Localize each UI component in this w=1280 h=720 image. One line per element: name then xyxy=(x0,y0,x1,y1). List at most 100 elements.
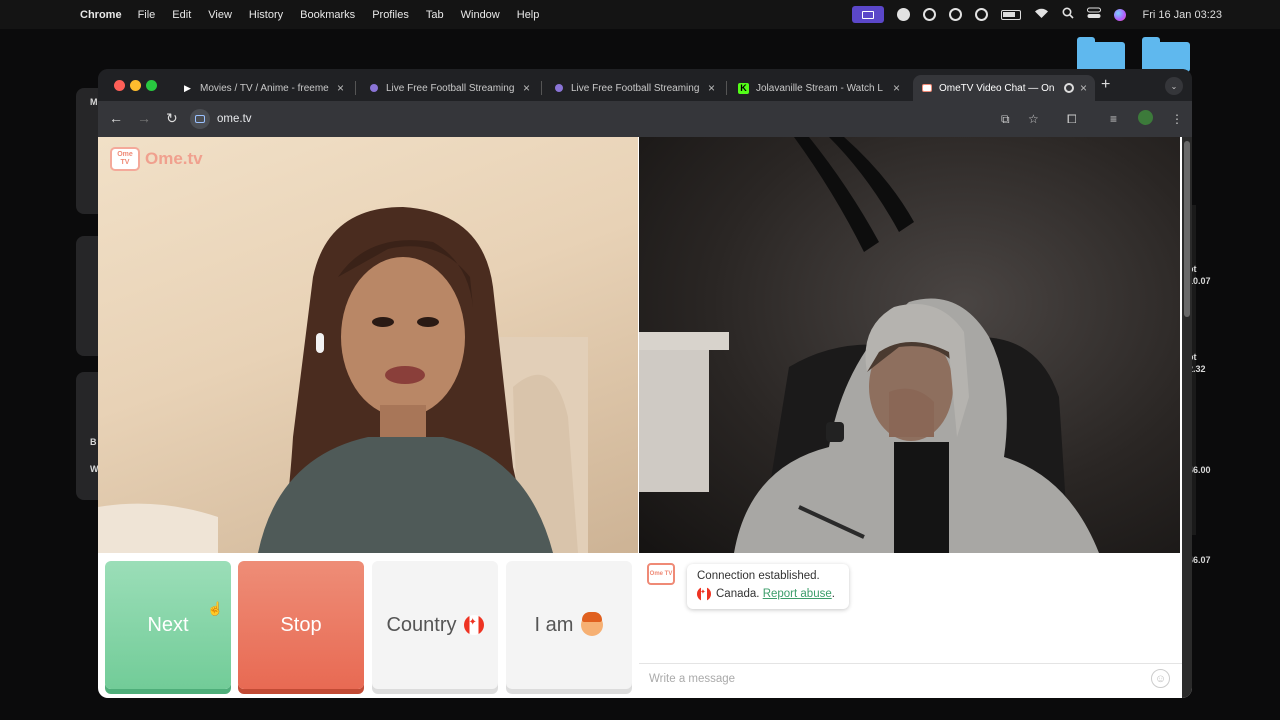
stop-button[interactable]: Stop xyxy=(238,561,364,689)
recording-indicator-icon xyxy=(1063,83,1074,93)
close-tab-icon[interactable]: × xyxy=(708,81,715,95)
menu-profiles[interactable]: Profiles xyxy=(372,9,409,21)
report-abuse-link[interactable]: Report abuse xyxy=(763,588,832,600)
bookmark-star-icon[interactable]: ☆ xyxy=(1028,112,1039,126)
gender-button-label: I am xyxy=(534,613,574,636)
desktop-folder-icon[interactable] xyxy=(1142,37,1190,72)
media-controls-icon[interactable]: ≡ xyxy=(1110,112,1117,126)
football-favicon-icon xyxy=(553,83,564,94)
new-tab-button[interactable]: + xyxy=(1101,76,1110,94)
battery-icon[interactable] xyxy=(1000,9,1021,20)
tab-football-2[interactable]: Live Free Football Streaming × xyxy=(545,75,723,101)
partner-country-line: Canada. Report abuse. xyxy=(697,587,839,601)
tab-title: Live Free Football Streaming xyxy=(571,82,700,94)
tab-separator xyxy=(726,81,727,95)
ometv-logo-icon: Ome TV xyxy=(110,147,140,171)
boy-avatar-icon xyxy=(581,612,604,636)
chat-panel: Ome TV Connection established. Canada. R… xyxy=(639,553,1182,698)
cloud-sync-icon[interactable] xyxy=(948,8,962,21)
emoji-icon[interactable]: ☺ xyxy=(1151,669,1170,688)
menu-tab[interactable]: Tab xyxy=(426,9,444,21)
tab-title: Live Free Football Streaming xyxy=(386,82,515,94)
menu-bookmarks[interactable]: Bookmarks xyxy=(300,9,355,21)
stop-button-label: Stop xyxy=(280,613,322,636)
screen-recording-icon[interactable] xyxy=(851,6,884,23)
canada-flag-icon xyxy=(697,587,711,601)
menu-bar-clock[interactable]: Fri 16 Jan 03:23 xyxy=(1143,9,1223,21)
next-button[interactable]: Next xyxy=(105,561,231,689)
tab-title: OmeTV Video Chat — On xyxy=(939,82,1055,94)
background-text: B xyxy=(90,437,97,447)
tab-search-icon[interactable]: ⌄ xyxy=(1165,77,1183,95)
tab-separator xyxy=(355,81,356,95)
remote-video-frame xyxy=(639,137,1099,553)
menu-file[interactable]: File xyxy=(138,9,156,21)
menu-help[interactable]: Help xyxy=(517,9,540,21)
close-tab-icon[interactable]: × xyxy=(337,81,344,95)
record-dot-icon[interactable] xyxy=(896,8,910,21)
background-window xyxy=(76,372,100,500)
close-window-button[interactable] xyxy=(114,80,125,91)
vpn-icon[interactable] xyxy=(922,8,936,21)
country-button-label: Country xyxy=(386,613,457,636)
tab-ometv[interactable]: OmeTV Video Chat — On × xyxy=(913,75,1095,101)
ometv-page: Ome TV Ome.tv Next Stop Country ✦ I am ☝… xyxy=(98,137,1192,698)
menu-window[interactable]: Window xyxy=(461,9,500,21)
close-tab-icon[interactable]: × xyxy=(893,81,900,95)
message-input[interactable]: Write a message xyxy=(639,663,1182,693)
menu-view[interactable]: View xyxy=(208,9,232,21)
control-center-icon[interactable] xyxy=(1086,7,1101,22)
play-favicon-icon: ▶ xyxy=(184,82,191,93)
local-video: Ome TV Ome.tv xyxy=(98,137,638,553)
reload-icon[interactable]: ↻ xyxy=(166,110,178,127)
partner-country: Canada. xyxy=(716,588,760,601)
canada-flag-icon xyxy=(463,615,484,635)
close-tab-icon[interactable]: × xyxy=(1080,81,1087,95)
background-window xyxy=(76,236,100,356)
local-video-frame xyxy=(98,207,588,553)
chrome-window: ▶ Movies / TV / Anime - freeme × Live Fr… xyxy=(98,69,1192,698)
install-app-icon[interactable]: ⧉ xyxy=(1001,112,1010,127)
forward-icon[interactable]: → xyxy=(137,110,151,126)
remote-video xyxy=(639,137,1180,553)
back-icon[interactable]: ← xyxy=(109,110,123,126)
menu-bar-status-area: Fri 16 Jan 03:23 xyxy=(851,0,1223,29)
wifi-icon[interactable] xyxy=(1034,8,1049,22)
desktop-folder-icon[interactable] xyxy=(1077,37,1125,72)
system-message: Connection established. Canada. Report a… xyxy=(687,564,849,609)
ometv-logo-text: Ome.tv xyxy=(145,149,203,168)
siri-icon[interactable] xyxy=(1113,8,1126,21)
next-button-label: Next xyxy=(147,613,189,636)
tab-football-1[interactable]: Live Free Football Streaming × xyxy=(360,75,538,101)
browser-toolbar: ← → ↻ ome.tv ⧉ ☆ ⧠ ≡ ⋮ xyxy=(98,101,1192,137)
site-info-icon[interactable] xyxy=(190,109,210,129)
tab-title: Movies / TV / Anime - freeme xyxy=(200,82,329,94)
spotlight-search-icon[interactable] xyxy=(1061,7,1074,22)
tab-strip: ▶ Movies / TV / Anime - freeme × Live Fr… xyxy=(98,69,1192,101)
background-text: M xyxy=(90,97,98,107)
kick-favicon-icon: K xyxy=(738,82,749,94)
zoom-window-button[interactable] xyxy=(146,80,157,91)
app-menu-chrome[interactable]: Chrome xyxy=(80,9,122,21)
gender-button[interactable]: I am xyxy=(506,561,632,689)
tab-jolavanille[interactable]: K Jolavanille Stream - Watch L × xyxy=(730,75,908,101)
ometv-chat-logo-icon: Ome TV xyxy=(647,563,675,585)
ometv-favicon-icon xyxy=(921,83,932,94)
ometv-logo[interactable]: Ome TV Ome.tv xyxy=(110,147,203,171)
more-menu-icon[interactable]: ⋮ xyxy=(1171,112,1183,126)
minimize-window-button[interactable] xyxy=(130,80,141,91)
country-button[interactable]: Country xyxy=(372,561,498,689)
menu-history[interactable]: History xyxy=(249,9,283,21)
close-tab-icon[interactable]: × xyxy=(523,81,530,95)
play-icon[interactable] xyxy=(974,8,988,21)
tab-movies[interactable]: ▶ Movies / TV / Anime - freeme × xyxy=(174,75,352,101)
address-bar[interactable]: ome.tv xyxy=(190,107,1000,131)
tab-separator xyxy=(541,81,542,95)
profile-avatar-icon[interactable] xyxy=(1138,110,1153,125)
period: . xyxy=(831,588,835,601)
tab-title: Jolavanille Stream - Watch L xyxy=(756,82,883,94)
menu-edit[interactable]: Edit xyxy=(172,9,191,21)
football-favicon-icon xyxy=(368,83,379,94)
page-scrollbar[interactable] xyxy=(1182,137,1192,698)
extensions-icon[interactable]: ⧠ xyxy=(1067,112,1077,127)
